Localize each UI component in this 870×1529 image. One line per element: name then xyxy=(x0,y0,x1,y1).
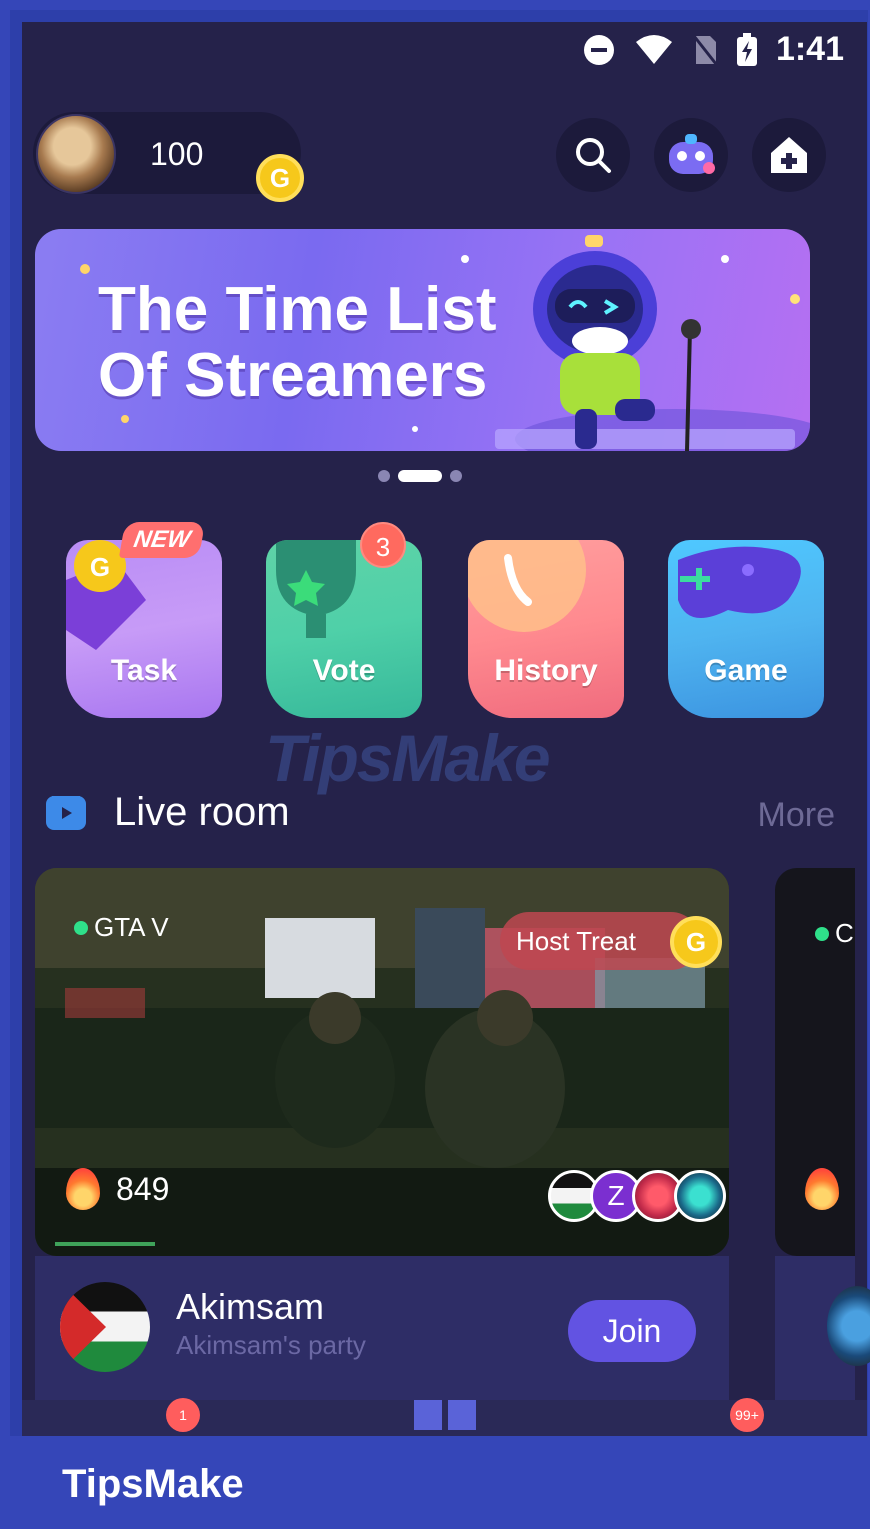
flame-icon xyxy=(805,1168,839,1210)
host-avatar-next xyxy=(827,1286,870,1366)
game-tag-next: C xyxy=(815,918,854,949)
create-room-button[interactable] xyxy=(752,118,826,192)
do-not-disturb-icon xyxy=(583,34,614,65)
brand-watermark: TipsMake xyxy=(62,1462,244,1506)
wifi-icon xyxy=(635,34,672,64)
status-bar: 1:41 xyxy=(582,30,844,69)
game-tag: GTA V xyxy=(74,912,169,943)
banner-title-line1: The Time List xyxy=(98,275,497,344)
host-treat-coin-icon: G xyxy=(670,916,722,968)
tile-task[interactable]: G Task xyxy=(66,540,222,718)
viewer-count: 849 xyxy=(66,1168,169,1210)
new-badge: NEW xyxy=(118,522,206,558)
host-treat-label: Host Treat xyxy=(516,926,636,956)
svg-text:G: G xyxy=(90,552,110,582)
pagination-dot[interactable] xyxy=(450,470,462,482)
promo-banner[interactable]: The Time List Of Streamers xyxy=(35,229,810,451)
search-icon xyxy=(576,138,611,173)
pagination-dot[interactable] xyxy=(378,470,390,482)
game-name: GTA V xyxy=(94,912,169,942)
game-name-next: C xyxy=(835,918,854,948)
tile-game-label: Game xyxy=(704,654,788,687)
status-time: 1:41 xyxy=(775,30,844,68)
tile-task-label: Task xyxy=(110,654,178,687)
vote-count-badge: 3 xyxy=(360,522,406,568)
coin-count: 100 xyxy=(150,136,204,172)
banner-title-line2: Of Streamers xyxy=(98,341,488,410)
coin-icon: G xyxy=(256,154,304,202)
user-avatar[interactable] xyxy=(36,114,116,194)
tile-vote[interactable]: Vote xyxy=(266,540,422,718)
tile-history[interactable]: History xyxy=(468,540,624,718)
more-link[interactable]: More xyxy=(758,796,835,835)
gamepad-icon xyxy=(678,546,801,618)
banner-pagination xyxy=(378,470,462,482)
live-indicator xyxy=(815,926,829,941)
live-room-card-next[interactable]: C xyxy=(775,868,855,1256)
live-indicator xyxy=(74,920,88,935)
host-avatar[interactable] xyxy=(60,1282,150,1372)
nav-badge-right: 99+ xyxy=(730,1398,764,1432)
room-name: Akimsam's party xyxy=(176,1330,366,1360)
join-button[interactable]: Join xyxy=(568,1300,696,1362)
home-add-icon xyxy=(771,137,807,173)
mascot-icon xyxy=(669,134,715,174)
no-sim-icon xyxy=(692,34,718,65)
search-button[interactable] xyxy=(556,118,630,192)
pagination-dot-active[interactable] xyxy=(398,470,442,482)
game-center-button[interactable] xyxy=(654,118,728,192)
task-tile-icon: G xyxy=(66,540,146,650)
clock-icon xyxy=(468,540,586,632)
nav-home-icon[interactable] xyxy=(414,1400,442,1430)
room-info-next xyxy=(775,1256,870,1416)
participant-avatar xyxy=(674,1170,726,1222)
trophy-icon xyxy=(276,540,356,638)
nav-home-icon-right[interactable] xyxy=(448,1400,476,1430)
battery-charging-icon xyxy=(736,32,757,66)
nav-badge-left: 1 xyxy=(166,1398,200,1432)
tile-game[interactable]: Game xyxy=(668,540,824,718)
viewer-count-value: 849 xyxy=(116,1170,170,1207)
tile-history-label: History xyxy=(494,654,598,687)
live-room-icon xyxy=(46,794,86,830)
watermark: TipsMake xyxy=(265,721,551,795)
tile-vote-label: Vote xyxy=(312,654,376,687)
banner-title: The Time List Of Streamers xyxy=(98,277,497,409)
flame-icon xyxy=(66,1168,100,1210)
live-room-title: Live room xyxy=(114,790,290,834)
host-name: Akimsam xyxy=(176,1286,325,1327)
